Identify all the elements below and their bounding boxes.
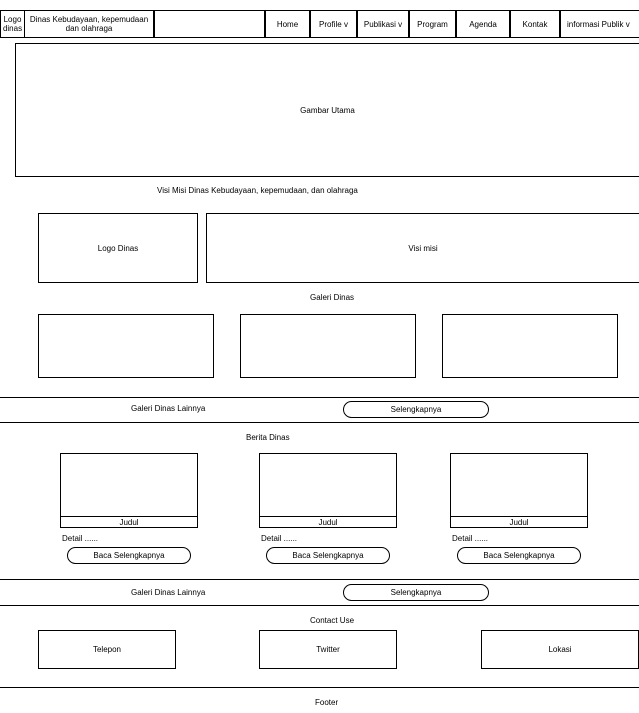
footer-label: Footer [315, 698, 339, 707]
news-image[interactable] [259, 453, 397, 517]
logo[interactable]: Logo dinas [0, 10, 25, 38]
visi-heading: Visi Misi Dinas Kebudayaan, kepemudaan, … [157, 186, 358, 195]
news-title[interactable]: Judul [450, 516, 588, 528]
divider [0, 579, 639, 580]
divider [0, 397, 639, 398]
nav-spacer [154, 10, 265, 38]
site-title: Dinas Kebudayaan, kepemudaan dan olahrag… [24, 10, 154, 38]
read-more-button[interactable]: Baca Selengkapnya [266, 547, 390, 564]
news-detail: Detail ...... [261, 534, 298, 543]
contact-lokasi[interactable]: Lokasi [481, 630, 639, 669]
contact-telepon[interactable]: Telepon [38, 630, 176, 669]
visi-misi-box: Visi misi [206, 213, 639, 283]
galeri-more-button[interactable]: Selengkapnya [343, 401, 489, 418]
logo-dinas-box: Logo Dinas [38, 213, 198, 283]
read-more-button[interactable]: Baca Selengkapnya [457, 547, 581, 564]
contact-twitter[interactable]: Twitter [259, 630, 397, 669]
read-more-button[interactable]: Baca Selengkapnya [67, 547, 191, 564]
nav-agenda[interactable]: Agenda [456, 10, 510, 38]
divider [0, 605, 639, 606]
nav-home[interactable]: Home [265, 10, 310, 38]
berita-heading: Berita Dinas [246, 433, 290, 442]
nav-informasi-publik[interactable]: informasi Publik v [560, 10, 639, 38]
berita-more-button[interactable]: Selengkapnya [343, 584, 489, 601]
nav-publikasi[interactable]: Publikasi v [357, 10, 409, 38]
nav-profile[interactable]: Profile v [310, 10, 357, 38]
top-nav: Logo dinas Dinas Kebudayaan, kepemudaan … [0, 10, 639, 38]
news-detail: Detail ...... [452, 534, 489, 543]
galeri-heading: Galeri Dinas [310, 293, 355, 302]
hero-image: Gambar Utama [15, 43, 639, 177]
nav-kontak[interactable]: Kontak [510, 10, 560, 38]
galeri-image[interactable] [38, 314, 214, 378]
news-title[interactable]: Judul [60, 516, 198, 528]
nav-program[interactable]: Program [409, 10, 456, 38]
news-image[interactable] [450, 453, 588, 517]
galeri-image[interactable] [442, 314, 618, 378]
news-detail: Detail ...... [62, 534, 99, 543]
news-image[interactable] [60, 453, 198, 517]
news-title[interactable]: Judul [259, 516, 397, 528]
galeri-more-label: Galeri Dinas Lainnya [131, 404, 206, 413]
berita-more-label: Galeri Dinas Lainnya [131, 588, 206, 597]
divider [0, 687, 639, 688]
contact-heading: Contact Use [310, 616, 355, 625]
galeri-image[interactable] [240, 314, 416, 378]
divider [0, 422, 639, 423]
